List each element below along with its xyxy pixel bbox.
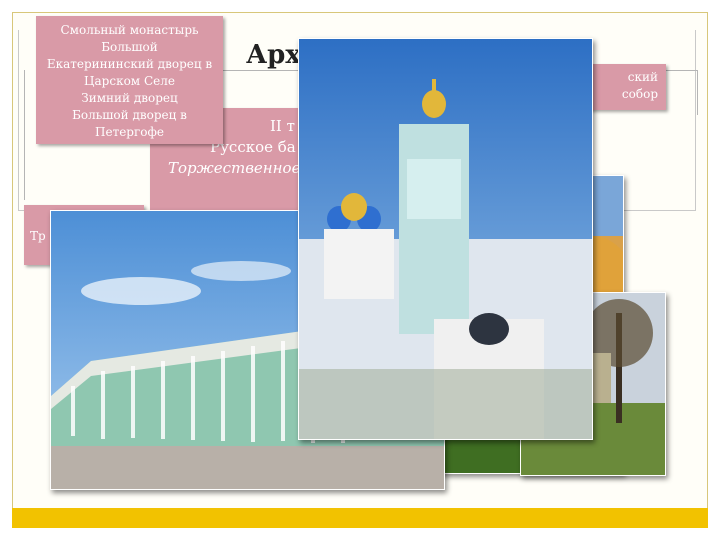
text-box-buildings: Смольный монастырь Большой Екатеринински… <box>36 16 223 144</box>
lavra-photo <box>298 38 593 440</box>
box-line: Смольный монастырь <box>60 23 199 37</box>
box-line: Екатерининский дворец в <box>46 57 213 71</box>
box-line: Большой <box>101 40 158 54</box>
box-line: Зимний дворец <box>81 91 178 105</box>
connector-line-left <box>24 70 35 200</box>
slide-title: Арх <box>246 40 301 70</box>
box-line: Петергофе <box>95 125 164 139</box>
box-line: Большой дворец в <box>72 108 187 122</box>
box-line: Царском Селе <box>84 74 175 88</box>
slide-footer-bar <box>12 508 708 528</box>
box-text: Тр <box>30 229 46 243</box>
